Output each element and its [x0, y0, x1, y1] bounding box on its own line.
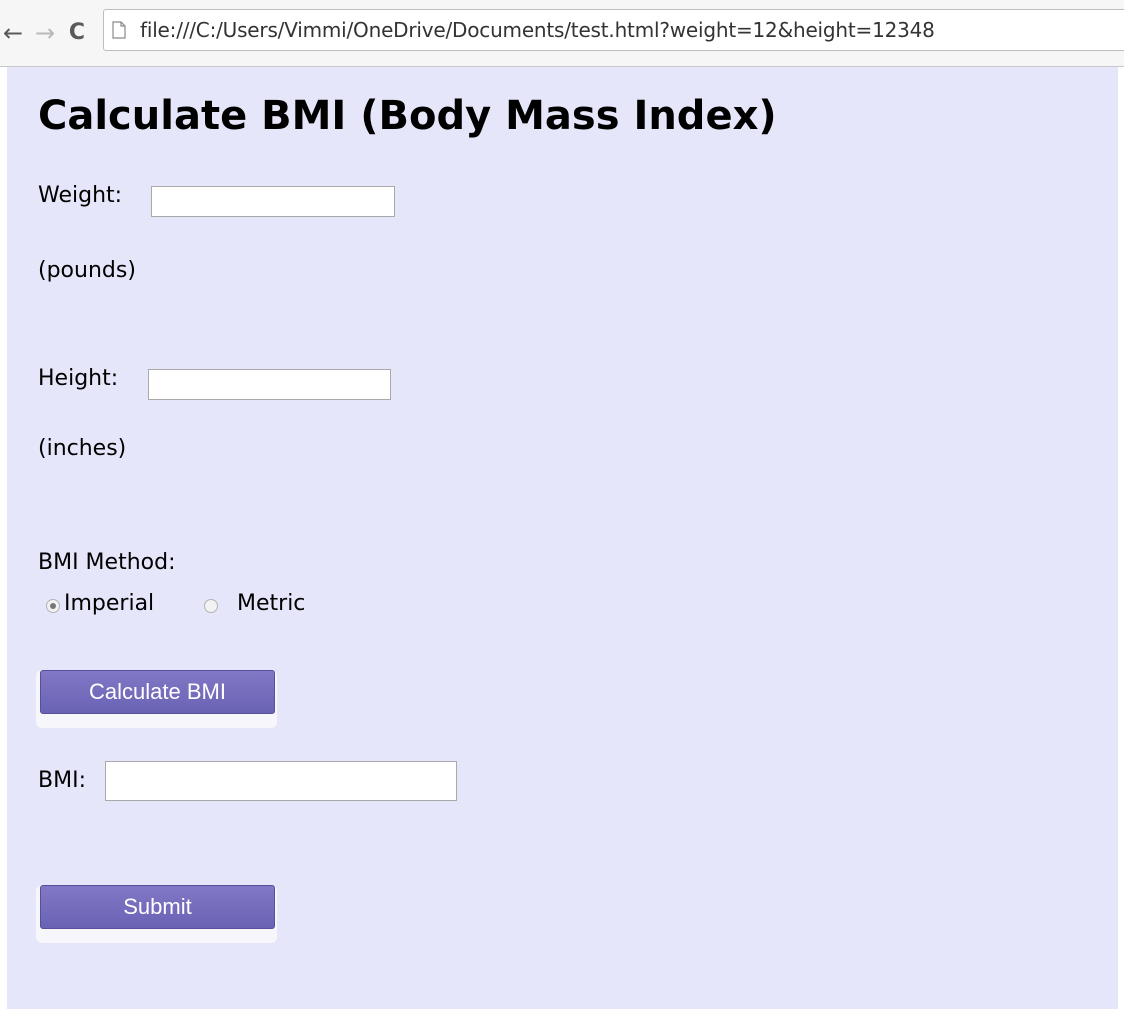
page-icon [112, 21, 126, 39]
imperial-radio[interactable] [46, 599, 60, 613]
height-label: Height: [38, 366, 119, 391]
metric-radio[interactable] [204, 599, 218, 613]
bmi-label: BMI: [38, 768, 86, 793]
bmi-method-label: BMI Method: [38, 550, 176, 575]
bmi-result-field[interactable] [105, 761, 457, 801]
height-input[interactable] [148, 369, 391, 400]
page-body: Calculate BMI (Body Mass Index) Weight: … [7, 67, 1118, 1009]
weight-label: Weight: [38, 183, 123, 208]
reload-icon[interactable]: C [64, 20, 90, 46]
imperial-radio-label[interactable]: Imperial [64, 591, 154, 616]
forward-arrow-icon[interactable]: → [32, 20, 58, 46]
weight-input[interactable] [151, 186, 395, 217]
back-arrow-icon[interactable]: ← [0, 20, 26, 46]
url-text[interactable]: file:///C:/Users/Vimmi/OneDrive/Document… [140, 18, 935, 42]
page-title: Calculate BMI (Body Mass Index) [38, 93, 777, 139]
address-bar[interactable]: file:///C:/Users/Vimmi/OneDrive/Document… [103, 9, 1124, 51]
calculate-bmi-button[interactable]: Calculate BMI [40, 670, 275, 714]
metric-radio-label[interactable]: Metric [237, 591, 305, 616]
submit-button[interactable]: Submit [40, 885, 275, 929]
browser-toolbar: ← → C file:///C:/Users/Vimmi/OneDrive/Do… [0, 0, 1124, 67]
calculate-button-container: Calculate BMI [36, 670, 277, 728]
height-unit-label: (inches) [38, 436, 127, 461]
weight-unit-label: (pounds) [38, 258, 136, 283]
submit-button-container: Submit [36, 885, 277, 943]
